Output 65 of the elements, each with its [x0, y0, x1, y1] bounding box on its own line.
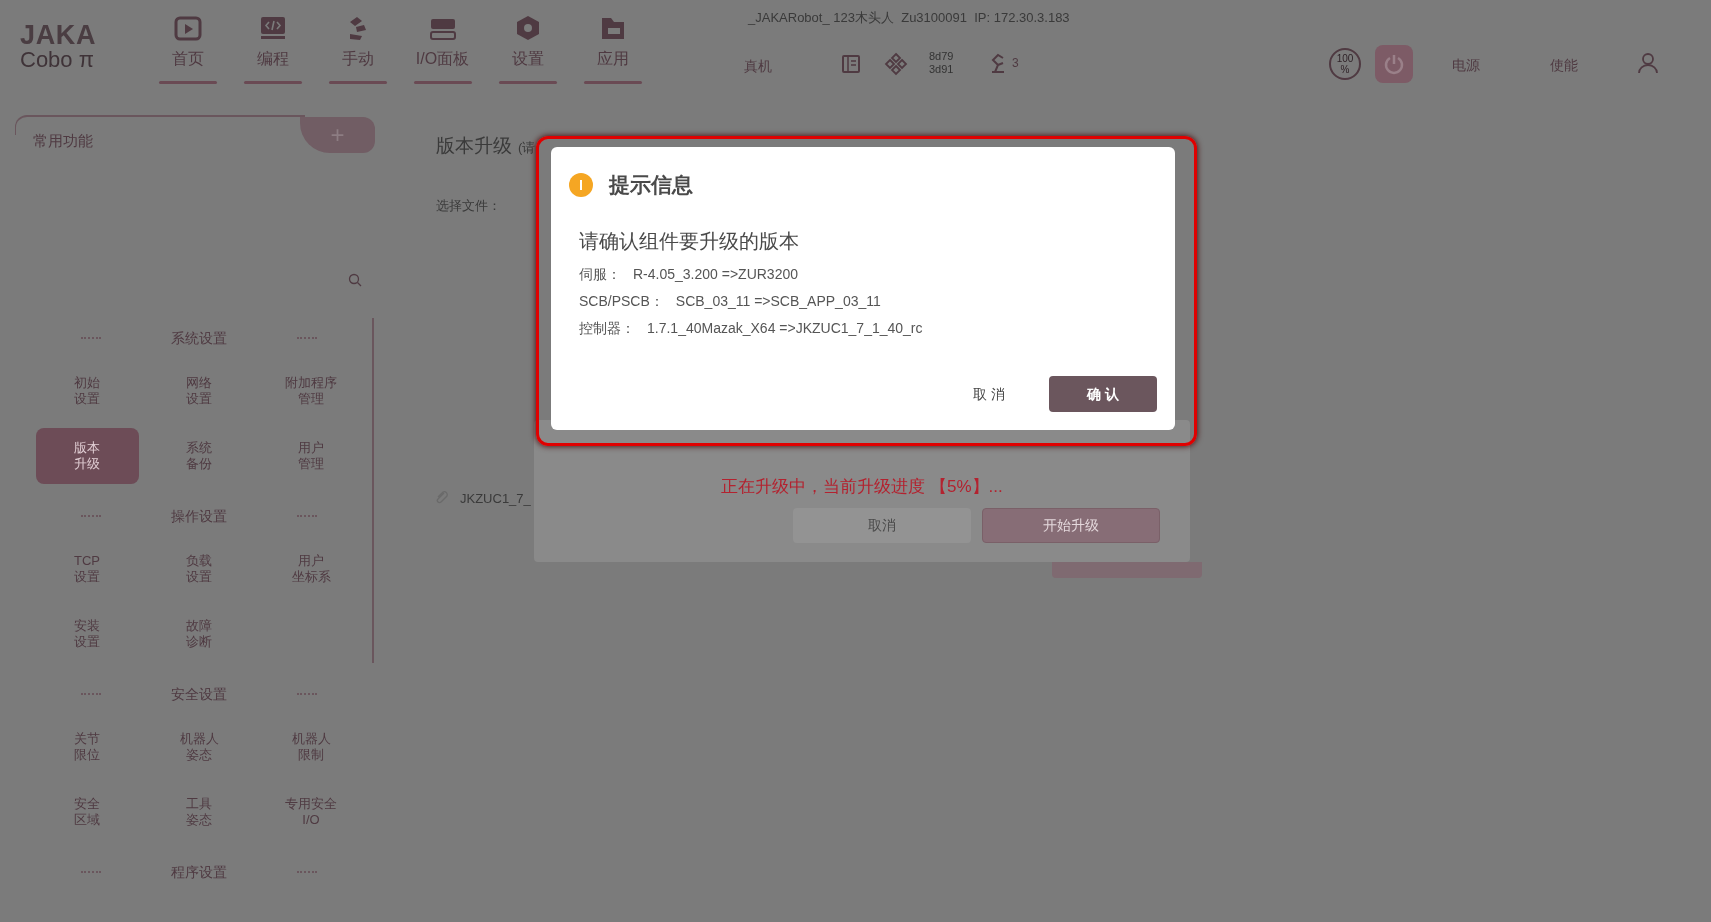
cancel-button[interactable]: 取 消 [969, 383, 1009, 405]
settings-item[interactable]: 版本 升级 [35, 427, 139, 484]
dialog-button[interactable]: 开始升级 [982, 508, 1160, 543]
enable-label[interactable]: 使能 [1550, 55, 1578, 76]
section-title: 操作设置 [171, 506, 227, 526]
settings-item[interactable]: 用户 坐标系 [259, 540, 363, 597]
page-title: 版本升级 [436, 134, 512, 158]
warning-icon [569, 172, 593, 197]
page-subtitle: (请 [518, 139, 536, 157]
file-label: 选择文件： [436, 197, 501, 215]
nav-tab[interactable]: 首页 [145, 0, 230, 95]
section-title: 安全设置 [171, 684, 227, 704]
nav-tab[interactable]: I/O面板 [400, 0, 485, 95]
device-info: _JAKARobot_ 123木头人 Zu3100091 IP: 172.30.3.183 [748, 9, 1070, 27]
mode-label: 真机 [744, 57, 772, 76]
settings-item[interactable]: 机器人 限制 [259, 718, 363, 775]
nav-tab[interactable]: 应用 [570, 0, 655, 95]
sidebar-title: 常用功能 [33, 131, 93, 151]
speed-gauge: 100 % [1329, 48, 1361, 80]
robot-count: 3 [1012, 55, 1019, 72]
section-title: 程序设置 [171, 862, 227, 882]
version-label: 伺服： [579, 264, 621, 284]
settings-item[interactable]: TCP 设置 [35, 540, 139, 597]
section-title: 系统设置 [171, 328, 227, 348]
logo-product: Cobo π [20, 49, 95, 71]
settings-item[interactable]: 初始 设置 [35, 362, 139, 419]
file-name: JKZUC1_7_ [460, 490, 531, 508]
settings-item[interactable]: 工具 姿态 [147, 783, 251, 840]
settings-item[interactable]: 系统 备份 [147, 427, 251, 484]
settings-item[interactable]: 负载 设置 [147, 540, 251, 597]
version-label: SCB/PSCB： [579, 291, 664, 311]
code-text: 3d91 [929, 63, 954, 76]
search-icon[interactable] [348, 273, 362, 287]
settings-item[interactable]: 安装 设置 [35, 605, 139, 662]
settings-item[interactable]: 专用安全 I/O [259, 783, 363, 840]
version-value: 1.7.1_40Mazak_X64 =>JKZUC1_7_1_40_rc [647, 318, 923, 338]
code-text: 8d79 [929, 50, 954, 63]
dialog-heading: 请确认组件要升级的版本 [579, 228, 800, 254]
confirm-button[interactable]: 确 认 [1049, 376, 1157, 412]
settings-item[interactable]: 关节 限位 [35, 718, 139, 775]
version-value: R-4.05_3.200 =>ZUR3200 [633, 264, 798, 284]
document-icon [841, 54, 861, 74]
progress-message: 正在升级中，当前升级进度 【5%】... [721, 476, 1003, 498]
diamond-grid-icon [884, 52, 908, 76]
logo-brand: JAKA [20, 22, 98, 49]
settings-item[interactable]: 用户 管理 [259, 427, 363, 484]
user-icon[interactable] [1637, 52, 1659, 74]
add-button[interactable]: + [300, 117, 375, 153]
dialog-button[interactable]: 取消 [793, 508, 971, 543]
home-icon [173, 15, 202, 41]
nav-tab[interactable]: 手动 [315, 0, 400, 95]
power-icon [1382, 52, 1406, 76]
settings-item[interactable]: 网络 设置 [147, 362, 251, 419]
settings-item[interactable]: 故障 诊断 [147, 605, 251, 662]
dialog-title: 提示信息 [609, 172, 693, 198]
settings-item[interactable]: 附加程序 管理 [259, 362, 363, 419]
code-icon [258, 15, 287, 41]
settings-item[interactable]: 机器人 姿态 [147, 718, 251, 775]
nav-tab[interactable]: 编程 [230, 0, 315, 95]
settings-item[interactable]: 安全 区域 [35, 783, 139, 840]
version-value: SCB_03_11 =>SCB_APP_03_11 [675, 291, 881, 311]
version-label: 控制器： [579, 318, 635, 338]
power-button[interactable] [1375, 45, 1413, 83]
nav-tab[interactable]: 设置 [485, 0, 570, 95]
power-label[interactable]: 电源 [1452, 55, 1480, 76]
